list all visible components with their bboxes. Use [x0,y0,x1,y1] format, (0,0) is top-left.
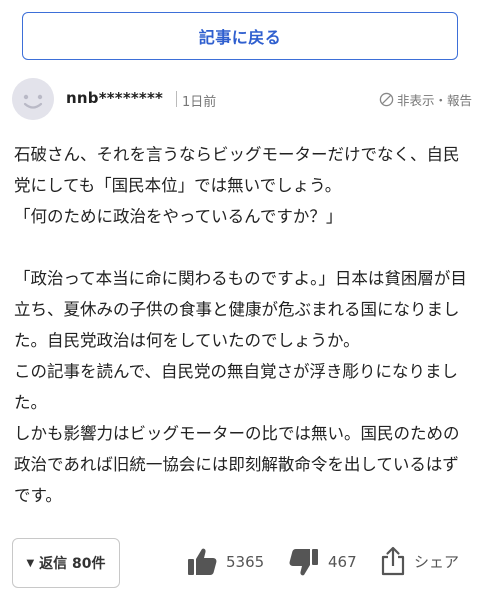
comment-paragraph: 石破さん、それを言うならビッグモーターだけでなく、自民党にしても「国民本位」では… [14,145,460,226]
thumbs-down-icon [289,549,318,576]
username[interactable]: nnb******** [66,89,163,107]
thumbs-up-icon [188,548,217,575]
back-to-article-label: 記事に戻る [198,28,282,47]
dislike-count: 467 [328,553,357,571]
avatar [12,78,54,120]
back-to-article-button[interactable]: 記事に戻る [22,12,458,60]
dislike-button[interactable]: 467 [288,546,357,578]
hide-report-button[interactable]: 非表示・報告 [379,90,472,109]
hide-report-label: 非表示・報告 [396,93,472,108]
comment-paragraph: ​ [14,232,470,263]
comment-body: 石破さん、それを言うならビッグモーターだけでなく、自民党にしても「国民本位」では… [14,139,470,511]
triangle-down-icon: ▼ [26,557,35,569]
like-count: 5365 [226,553,265,571]
smiley-face-icon [12,78,54,120]
comment-paragraph: 「政治って本当に命に関わるものですよ。」日本は貧困層が目立ち、夏休みの子供の食事… [14,269,467,505]
replies-label: 返信 80件 [39,556,106,572]
prohibited-icon [379,92,394,107]
replies-button[interactable]: ▼ 返信 80件 [12,538,120,588]
comment-actions: ▼ 返信 80件 5365 467 シェア [0,538,480,590]
share-label: シェア [414,552,460,571]
comment-header: nnb******** 1日前 非表示・報告 [8,78,472,122]
header-divider [176,91,177,107]
share-button[interactable]: シェア [380,546,459,576]
like-button[interactable]: 5365 [186,546,264,578]
share-icon [381,546,405,576]
post-time: 1日前 [182,95,217,110]
